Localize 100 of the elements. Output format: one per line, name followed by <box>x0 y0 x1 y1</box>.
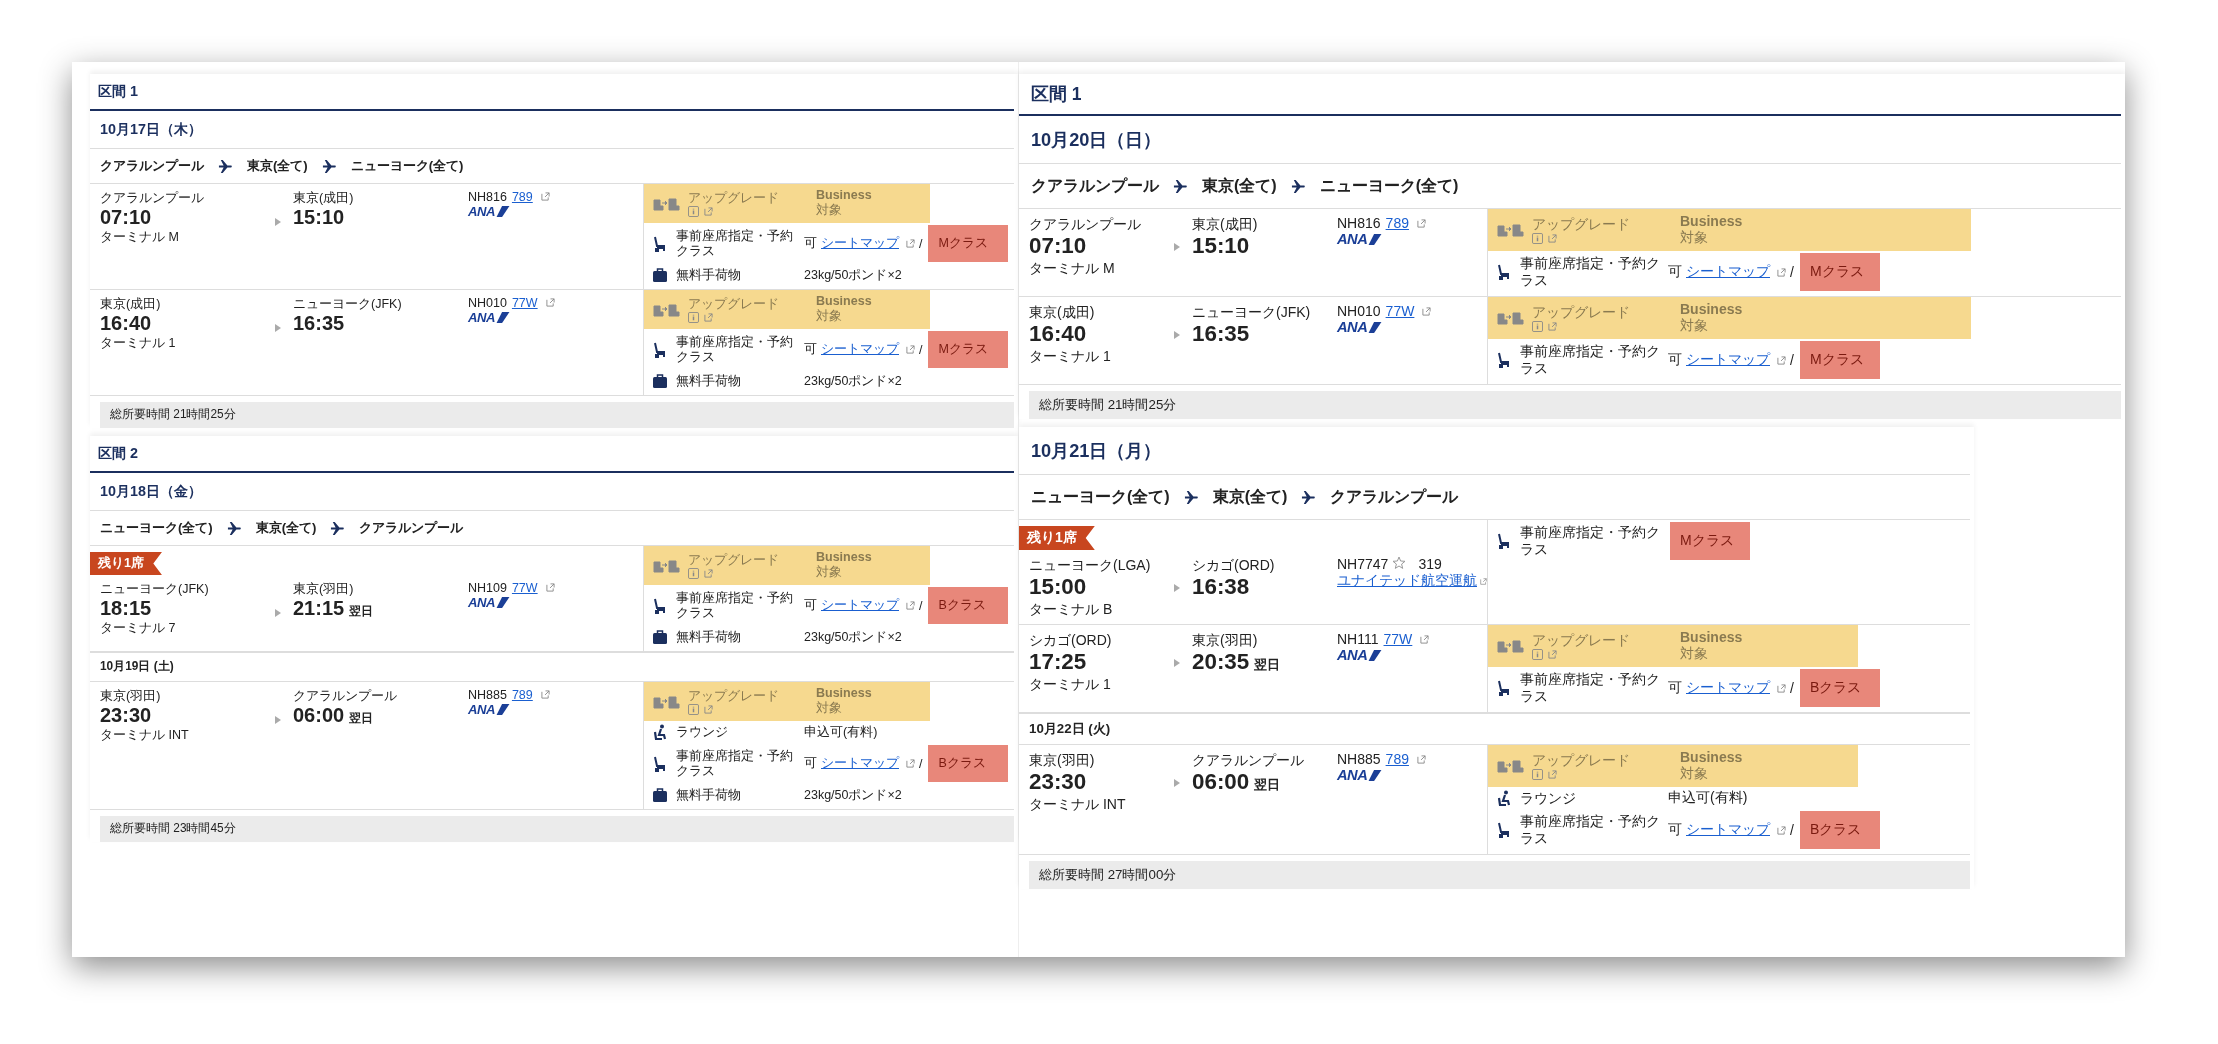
seat-map-link[interactable]: シートマップ <box>821 235 899 252</box>
aircraft-link[interactable]: 789 <box>511 190 533 204</box>
arrival-time: 16:35 <box>1192 321 1250 347</box>
seat-map-link[interactable]: シートマップ <box>1686 679 1770 698</box>
external-link-icon[interactable] <box>704 312 713 322</box>
seat-map-link[interactable]: シートマップ <box>1686 263 1770 281</box>
aircraft-link[interactable]: 789 <box>511 688 533 702</box>
external-link-icon[interactable] <box>545 298 555 307</box>
external-link-icon[interactable] <box>1416 219 1426 228</box>
external-link-icon[interactable] <box>1548 321 1557 331</box>
arrival-airport: 東京(羽田) <box>1192 631 1259 650</box>
external-link-icon[interactable] <box>906 239 915 248</box>
seat-map-link[interactable]: シートマップ <box>821 341 899 358</box>
arrival-airport: クアラルンプール <box>293 688 398 705</box>
external-link-icon[interactable] <box>1777 267 1786 277</box>
terminal: ターミナル 1 <box>100 335 177 352</box>
info-icon[interactable] <box>1532 320 1543 332</box>
arrival-time: 20:35 <box>1192 649 1250 676</box>
availability: 可 <box>804 755 817 772</box>
external-link-icon[interactable] <box>540 192 550 201</box>
seat-icon <box>1496 822 1512 839</box>
seat-map-link[interactable]: シートマップ <box>821 755 899 772</box>
upgrade-status: 対象 <box>816 308 843 325</box>
external-link-icon[interactable] <box>1422 307 1432 316</box>
seat-map-link[interactable]: シートマップ <box>1686 821 1770 840</box>
service-label: 事前座席指定・予約クラス <box>676 590 794 621</box>
upgrade-class: Business <box>816 188 873 202</box>
info-icon[interactable] <box>688 567 699 579</box>
airline-logo: ANA <box>1337 231 1383 247</box>
seat-map-link[interactable]: シートマップ <box>1686 351 1770 369</box>
seat-icon <box>1496 264 1512 280</box>
flight-number: NH111 <box>1337 631 1379 648</box>
triangle-icon <box>1174 243 1180 251</box>
external-link-icon[interactable] <box>704 206 713 216</box>
external-link-icon[interactable] <box>1548 650 1557 660</box>
suitcase-icon <box>652 629 668 645</box>
external-link-icon[interactable] <box>1777 355 1786 365</box>
external-link-icon[interactable] <box>1548 770 1557 780</box>
flight-number: NH010 <box>468 296 507 310</box>
airline-logo: ANA <box>1337 319 1383 335</box>
external-link-icon[interactable] <box>704 704 713 714</box>
seat-map-link[interactable]: シートマップ <box>821 597 899 614</box>
separator: / <box>1790 352 1794 368</box>
external-link-icon[interactable] <box>1480 576 1487 586</box>
external-link-icon[interactable] <box>540 690 550 699</box>
baggage-allowance: 23kg/50ポンド×2 <box>804 628 903 646</box>
info-icon[interactable] <box>688 311 699 323</box>
segment-heading: 区間 1 <box>90 74 1014 111</box>
flight-number: NH885 <box>1337 751 1381 768</box>
external-link-icon[interactable] <box>906 345 915 354</box>
airline-logo: ANA <box>468 595 510 610</box>
departure-airport: シカゴ(ORD) <box>1029 631 1113 650</box>
external-link-icon[interactable] <box>906 601 915 610</box>
aircraft-link[interactable]: 77W <box>511 581 538 595</box>
external-link-icon[interactable] <box>1777 825 1786 835</box>
seats-left-badge: 残り1席 <box>1019 526 1095 550</box>
booking-class-highlight: Bクラス <box>928 745 1009 782</box>
aircraft-link[interactable]: 789 <box>1385 751 1409 768</box>
departure-airport: 東京(成田) <box>100 296 162 313</box>
external-link-icon[interactable] <box>1548 233 1557 243</box>
info-icon[interactable] <box>1532 649 1543 661</box>
departure-time: 07:10 <box>100 206 153 230</box>
aircraft-link[interactable]: 77W <box>1383 631 1413 648</box>
info-icon[interactable] <box>1532 769 1543 781</box>
availability: 可 <box>1668 351 1682 369</box>
operator-link[interactable]: ユナイテッド航空運航 <box>1337 572 1477 590</box>
departure-time: 23:30 <box>100 704 153 728</box>
external-link-icon[interactable] <box>1777 683 1786 693</box>
availability: 可 <box>1668 821 1682 840</box>
info-icon[interactable] <box>688 703 699 715</box>
departure-time: 23:30 <box>1029 769 1088 796</box>
upgrade-status: 対象 <box>1680 765 1709 784</box>
booking-class-highlight: Mクラス <box>1799 253 1880 291</box>
lounge-status: 申込可(有料) <box>1668 789 1749 808</box>
plane-icon <box>218 158 233 174</box>
upgrade-class: Business <box>816 686 873 700</box>
triangle-icon <box>1174 331 1180 339</box>
service-label: 無料手荷物 <box>676 787 742 803</box>
external-link-icon[interactable] <box>545 583 555 592</box>
aircraft-link[interactable]: 789 <box>1385 215 1409 231</box>
route-city: 東京(全て) <box>1202 175 1277 196</box>
separator: / <box>919 756 923 771</box>
external-link-icon[interactable] <box>704 568 713 578</box>
seat-icon <box>1496 533 1512 549</box>
booking-class-highlight: Bクラス <box>1799 811 1880 850</box>
aircraft-link[interactable]: 77W <box>511 296 538 310</box>
info-icon[interactable] <box>688 205 699 217</box>
info-icon[interactable] <box>1532 232 1543 244</box>
terminal: ターミナル M <box>100 229 180 246</box>
upgrade-class: Business <box>816 550 873 564</box>
upgrade-class: Business <box>816 294 873 308</box>
airline-logo: ANA <box>1337 767 1383 784</box>
external-link-icon[interactable] <box>1420 635 1430 645</box>
external-link-icon[interactable] <box>1416 755 1426 765</box>
triangle-icon <box>275 218 281 226</box>
route-city: クアラルンプール <box>359 519 464 537</box>
airline-logo: ANA <box>468 204 510 219</box>
aircraft-link[interactable]: 77W <box>1385 303 1415 319</box>
arrival-time: 15:10 <box>293 206 345 230</box>
external-link-icon[interactable] <box>906 759 915 768</box>
